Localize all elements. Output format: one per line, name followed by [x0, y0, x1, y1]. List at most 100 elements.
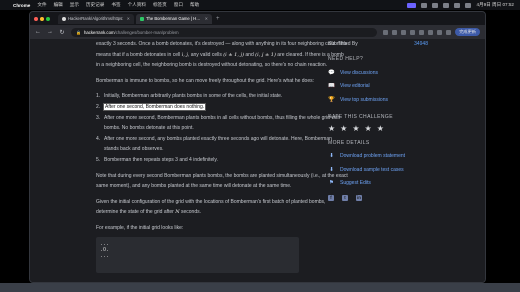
list-item: 2. After one second, Bomberman does nothi…: [96, 102, 348, 113]
menu-help[interactable]: 帮助: [190, 2, 199, 8]
link-label: Suggest Edits: [340, 180, 371, 187]
view-editorial-link[interactable]: 📖 View editorial: [328, 80, 468, 94]
view-discussions-link[interactable]: 💬 View discussions: [328, 66, 468, 80]
text: seconds.: [179, 209, 201, 216]
extension-icon[interactable]: [428, 29, 434, 35]
close-tab-icon[interactable]: ✕: [205, 16, 208, 21]
address-bar[interactable]: 🔒 hackerrank.com/challenges/bomber-man/p…: [71, 27, 378, 37]
github-icon: [62, 16, 66, 21]
status-icon[interactable]: [432, 2, 439, 8]
back-icon[interactable]: ←: [35, 29, 41, 35]
star-icon[interactable]: ★: [328, 124, 335, 133]
link-label: View editorial: [340, 83, 370, 90]
extension-icon[interactable]: [401, 29, 407, 35]
facebook-icon[interactable]: f: [328, 195, 334, 201]
problem-sidebar: Submitted By 34948 NEED HELP? 💬 View disc…: [328, 39, 468, 201]
reload-icon[interactable]: ↻: [59, 29, 65, 36]
paragraph-detonation: exactly 3 seconds. Once a bomb detonates…: [96, 39, 348, 71]
lock-icon: 🔒: [76, 29, 81, 35]
selected-text[interactable]: After one second, Bomberman does nothing…: [102, 102, 207, 111]
view-top-submissions-link[interactable]: 🏆 View top submissions: [328, 93, 468, 107]
window-controls: [34, 16, 50, 21]
tab-strip: HackerRank/Algorithms/https: ✕ The Bombe…: [30, 12, 485, 25]
submitted-by-row: Submitted By 34948: [328, 39, 468, 49]
linkedin-icon[interactable]: in: [356, 195, 362, 201]
bookmark-star-icon[interactable]: [392, 29, 398, 35]
page-content: exactly 3 seconds. Once a bomb detonates…: [30, 39, 485, 282]
minimize-window-button[interactable]: [40, 16, 44, 21]
book-icon: 📖: [328, 83, 335, 90]
status-icon[interactable]: [421, 2, 428, 8]
download-statement-link[interactable]: ⬇ Download problem statement: [328, 150, 468, 164]
star-icon[interactable]: ★: [340, 124, 347, 133]
close-window-button[interactable]: [34, 16, 38, 21]
star-icon[interactable]: ★: [377, 124, 384, 133]
menu-profiles[interactable]: 个人资料: [128, 2, 146, 8]
list-text: Initially, Bomberman arbitrarily plants …: [104, 93, 283, 100]
menu-bookmarks[interactable]: 书签: [111, 2, 120, 8]
extension-icon[interactable]: [410, 29, 416, 35]
problem-statement: exactly 3 seconds. Once a bomb detonates…: [96, 39, 348, 273]
suggest-edits-link[interactable]: ⚑ Suggest Edits: [328, 177, 468, 191]
text: , any valid cells: [187, 51, 224, 58]
address-path: /challenges/bomber-man/problem: [114, 29, 179, 35]
star-icon[interactable]: ★: [352, 124, 359, 133]
menu-view[interactable]: 显示: [70, 2, 79, 8]
hackerrank-icon: [140, 16, 144, 21]
new-tab-button[interactable]: +: [216, 16, 220, 22]
extension-icon[interactable]: [419, 29, 425, 35]
browser-window: HackerRank/Algorithms/https: ✕ The Bombe…: [29, 11, 486, 283]
puzzle-icon[interactable]: [437, 29, 443, 35]
menu-history[interactable]: 历史记录: [86, 2, 104, 8]
list-item: 3. After one more second, Bomberman plant…: [96, 113, 348, 134]
link-label: View discussions: [340, 69, 378, 76]
code-block-grid: ... .O. ...: [96, 236, 299, 273]
share-icon[interactable]: [383, 29, 389, 35]
zoom-window-button[interactable]: [46, 16, 50, 21]
math-neighbor-row: (i ± 1, j): [223, 51, 245, 58]
paragraph-immune: Bomberman is immune to bombs, so he can …: [96, 77, 315, 84]
sidebar-icon[interactable]: [446, 29, 452, 35]
tab-hackerrank[interactable]: The Bomberman Game | HackerR ✕: [136, 13, 212, 24]
control-center-icon[interactable]: [465, 2, 472, 8]
address-host: hackerrank.com: [83, 29, 115, 35]
link-label: View top submissions: [340, 96, 388, 103]
paragraph-example: For example, if the initial grid looks l…: [96, 224, 184, 231]
link-label: Download problem statement: [340, 153, 406, 160]
status-app-icon[interactable]: [407, 2, 417, 8]
math-neighbor-col: (i, j ± 1): [255, 51, 276, 58]
list-number: 5.: [96, 156, 101, 163]
tab-github[interactable]: HackerRank/Algorithms/https: ✕: [58, 13, 134, 24]
menu-tabs[interactable]: 标签页: [153, 2, 167, 8]
close-tab-icon[interactable]: ✕: [127, 16, 130, 21]
submitted-label: Submitted By: [328, 41, 358, 47]
wifi-icon[interactable]: [443, 2, 450, 8]
rate-heading: RATE THIS CHALLENGE: [328, 113, 393, 120]
chat-icon: 💬: [328, 69, 335, 76]
list-number: 2.: [96, 103, 101, 110]
link-label: Download sample test cases: [340, 166, 404, 173]
star-icon[interactable]: ★: [365, 124, 372, 133]
twitter-icon[interactable]: t: [342, 195, 348, 201]
menubar-clock[interactable]: 4月9日 周日 07:52: [476, 2, 514, 8]
list-text: After one more second, Bomberman plants …: [104, 114, 341, 132]
submitted-value[interactable]: 34948: [414, 41, 428, 47]
paragraph-simultaneous: Note that during every second Bomberman …: [96, 172, 348, 190]
trophy-icon: 🏆: [328, 96, 335, 103]
steps-list: 1. Initially, Bomberman arbitrarily plant…: [96, 91, 348, 165]
menu-edit[interactable]: 编辑: [54, 2, 63, 8]
tab-title: The Bomberman Game | HackerR: [146, 16, 203, 21]
menu-window[interactable]: 窗口: [174, 2, 183, 8]
search-icon[interactable]: [454, 2, 461, 8]
forward-icon[interactable]: →: [47, 29, 53, 35]
list-text: After one more second, any bombs planted…: [104, 135, 332, 153]
download-icon: ⬇: [329, 166, 334, 173]
menu-file[interactable]: 文件: [37, 2, 46, 8]
download-testcases-link[interactable]: ⬇ Download sample test cases: [328, 163, 468, 177]
rating-stars: ★ ★ ★ ★ ★: [328, 124, 468, 133]
update-button[interactable]: 完成更新: [455, 28, 480, 36]
list-item: 5. Bomberman then repeats steps 3 and 4 i…: [96, 155, 348, 166]
social-share: f t in: [328, 195, 468, 201]
browser-toolbar: ← → ↻ 🔒 hackerrank.com/challenges/bomber…: [30, 25, 485, 39]
menubar-app-name[interactable]: Chrome: [13, 3, 30, 8]
